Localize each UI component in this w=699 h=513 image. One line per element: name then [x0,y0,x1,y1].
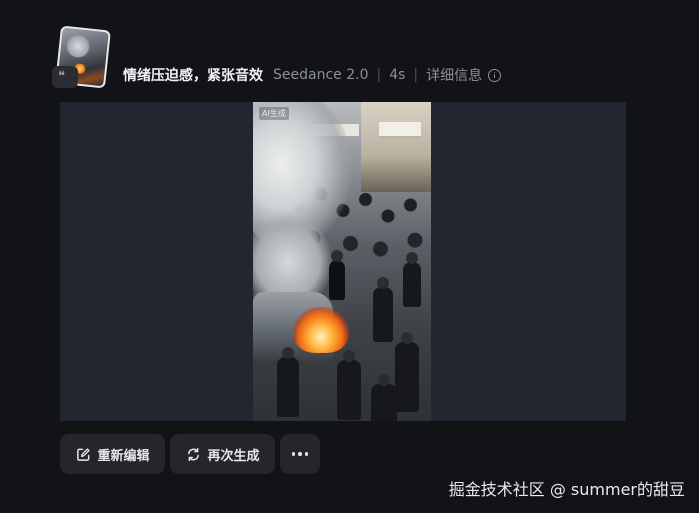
video-preview-panel[interactable]: AI生成 [60,102,626,421]
duration: 4s [389,67,406,83]
generation-card: ❝ 情绪压迫感，紧张音效 Seedance 2.0 | 4s | 详细信息 AI… [0,0,699,513]
divider: | [413,67,419,83]
detail-link[interactable]: 详细信息 [426,65,502,85]
scene-officer [395,332,419,412]
reference-image-thumbnail[interactable]: ❝ [52,25,111,89]
refresh-icon [185,446,201,462]
more-horizontal-icon [291,452,309,456]
quote-icon: ❝ [58,69,65,84]
thumbnail-smoke [63,34,93,59]
scene-officer [371,374,397,421]
edit-again-label: 重新编辑 [97,448,150,464]
edit-icon [75,446,91,462]
regenerate-button[interactable]: 再次生成 [170,434,275,474]
scene-officer [337,350,361,420]
edit-again-button[interactable]: 重新编辑 [60,434,165,474]
generated-video[interactable]: AI生成 [253,102,431,421]
scene-figure [329,250,345,300]
prompt-text: 情绪压迫感，紧张音效 [123,68,263,84]
scene-officer [373,277,393,342]
scene-officer [277,347,299,417]
detail-link-label: 详细信息 [426,68,483,84]
generation-header: 情绪压迫感，紧张音效 Seedance 2.0 | 4s | 详细信息 [123,64,502,86]
divider: | [376,67,382,83]
scene-officer [403,252,421,307]
watermark-text: 掘金技术社区 @ summer的甜豆 [448,480,685,499]
scene-fire [293,307,349,353]
reference-badge: ❝ [52,66,78,88]
ai-generated-label: AI生成 [259,107,289,120]
scene-awning [379,122,421,138]
more-options-button[interactable] [280,434,320,474]
regenerate-label: 再次生成 [207,448,260,464]
info-icon [488,68,502,82]
model-name: Seedance 2.0 [273,67,369,83]
